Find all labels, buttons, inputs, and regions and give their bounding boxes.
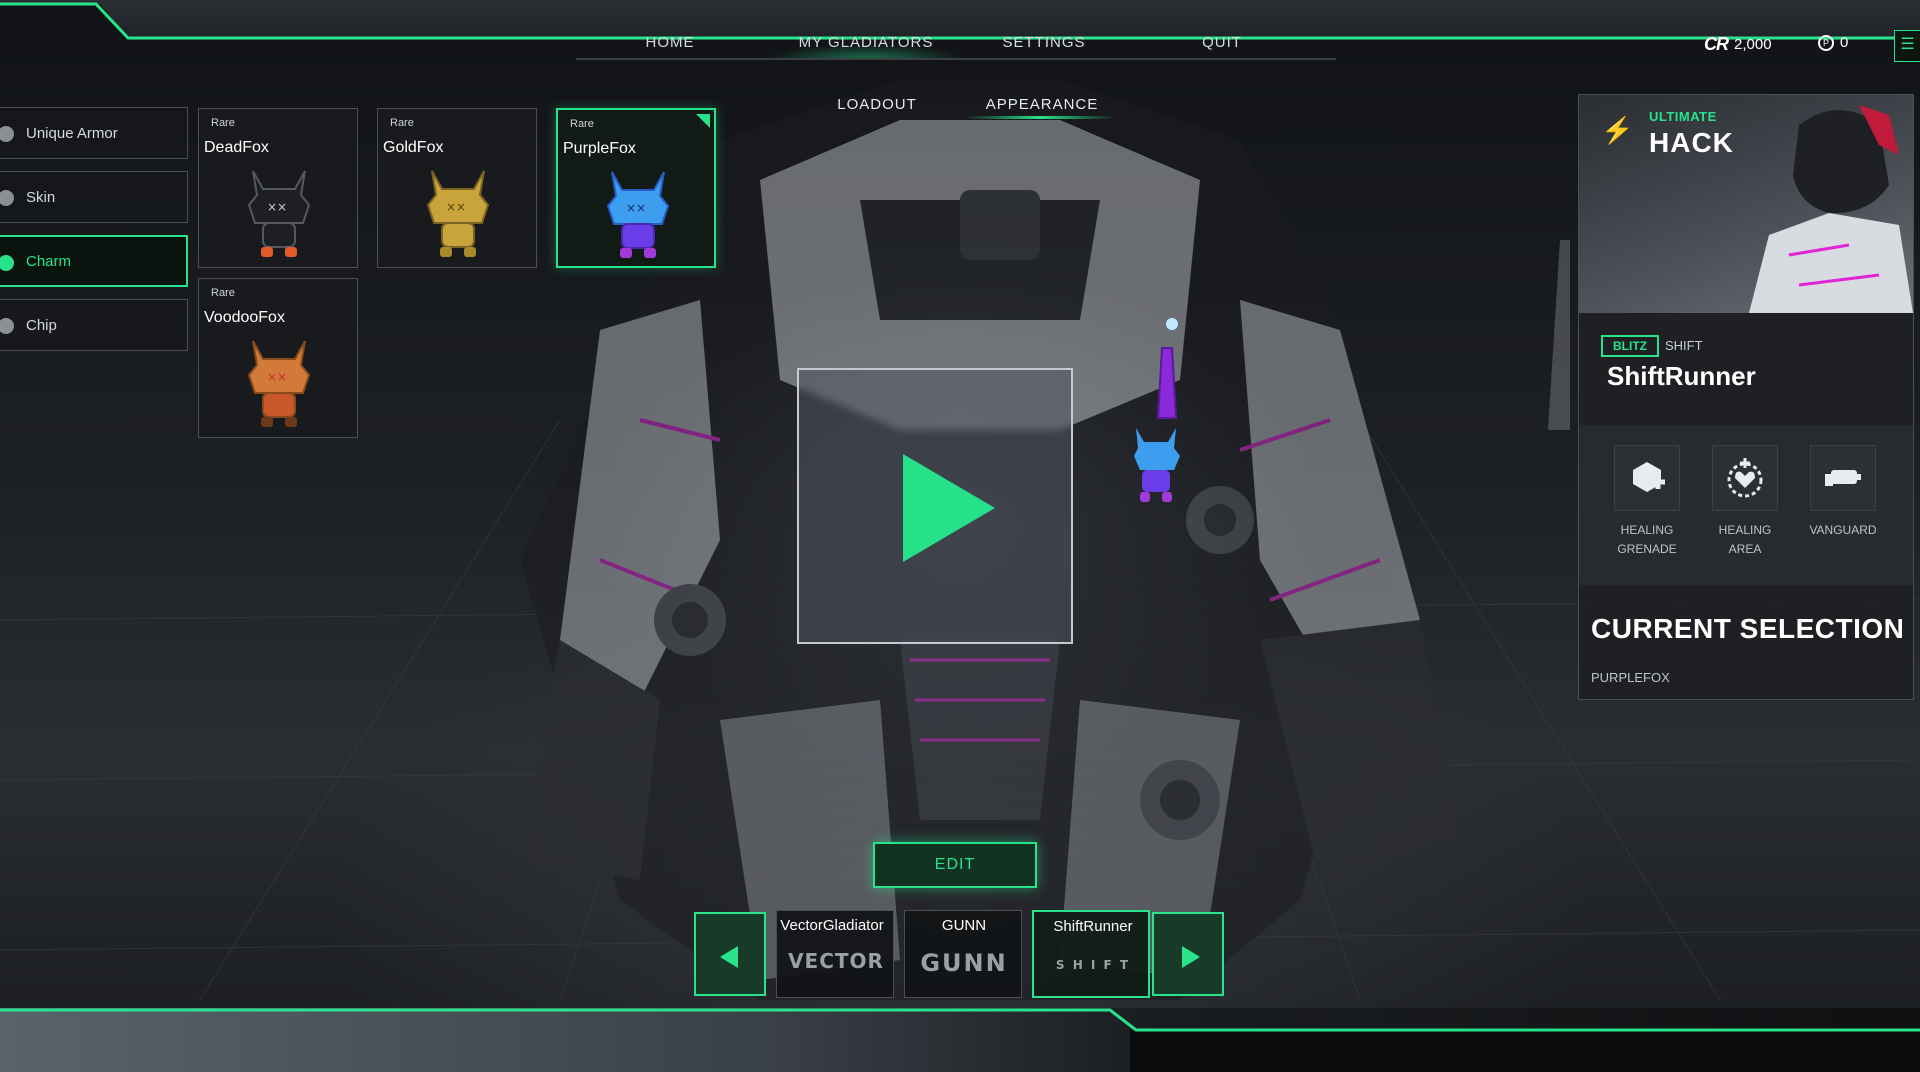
- tab-appearance[interactable]: APPEARANCE: [967, 96, 1117, 113]
- abilities-list: HEALING GRENADE HEALING AREA VANGUARD: [1579, 425, 1913, 585]
- play-icon[interactable]: [903, 454, 995, 562]
- ultimate-header: ⚡ ULTIMATE HACK: [1579, 95, 1913, 313]
- top-navigation: HOME MY GLADIATORS SETTINGS QUIT: [576, 30, 1336, 64]
- category-skin[interactable]: Skin: [0, 171, 188, 223]
- svg-text:××: ××: [626, 201, 646, 215]
- vector-logo-icon: VECTOR: [788, 949, 884, 973]
- tab-appearance-active-indicator: [965, 116, 1115, 119]
- radio-dot-icon: [0, 255, 14, 271]
- gladiator-portrait: [1749, 105, 1913, 313]
- arrow-left-icon: [720, 946, 738, 968]
- ability-healing-grenade[interactable]: HEALING GRENADE: [1607, 445, 1687, 559]
- category-label: Skin: [26, 188, 56, 206]
- item-name: PurpleFox: [563, 140, 636, 157]
- credits-display: CR 2,000: [1704, 34, 1772, 55]
- item-card-deadfox[interactable]: Rare DeadFox ××: [198, 108, 358, 268]
- class-badge: BLITZ: [1601, 335, 1659, 357]
- healing-area-icon: [1712, 445, 1778, 511]
- category-charm[interactable]: Charm: [0, 235, 188, 287]
- arrow-right-icon: [1182, 946, 1200, 968]
- ability-label-line1: HEALING: [1718, 523, 1772, 537]
- hamburger-icon: ☰: [1900, 36, 1915, 53]
- gladiator-card-gunn[interactable]: GUNN GUNN: [904, 910, 1022, 998]
- fox-charm-icon: ××: [426, 170, 490, 257]
- item-card-voodoofox[interactable]: Rare VoodooFox ××: [198, 278, 358, 438]
- gladiator-card-shiftrunner[interactable]: ShiftRunner S H I F T: [1032, 910, 1150, 998]
- bottom-frame-accent-line: [0, 1008, 1920, 1032]
- rarity-label: Rare: [211, 117, 235, 129]
- shift-logo-icon: S H I F T: [1055, 958, 1131, 972]
- ultimate-name: HACK: [1649, 127, 1734, 158]
- category-chip[interactable]: Chip: [0, 299, 188, 351]
- equipped-charm-preview: [1134, 318, 1180, 502]
- topnav-divider: [576, 58, 1336, 60]
- current-selection-title: CURRENT SELECTION: [1591, 613, 1905, 644]
- cr-logo-icon: CR: [1704, 34, 1729, 54]
- item-name: GoldFox: [383, 139, 444, 156]
- current-selection-value: PURPLEFOX: [1591, 670, 1670, 685]
- nav-home[interactable]: HOME: [590, 34, 750, 51]
- hack-ultimate-icon: ⚡: [1601, 115, 1634, 145]
- class-subtype: SHIFT: [1665, 338, 1703, 353]
- rarity-label: Rare: [390, 117, 414, 129]
- credits-value: 2,000: [1734, 36, 1772, 53]
- item-name: DeadFox: [204, 139, 269, 156]
- gladiator-info-panel: ⚡ ULTIMATE HACK BLITZ SHIFT ShiftRunner …: [1578, 94, 1914, 700]
- ability-label-line2: GRENADE: [1617, 542, 1677, 556]
- nav-my-gladiators[interactable]: MY GLADIATORS: [786, 34, 946, 51]
- gladiator-card-vector[interactable]: VectorGladiator VECTOR: [776, 910, 894, 998]
- svg-text:××: ××: [267, 200, 287, 214]
- ability-label-line1: VANGUARD: [1809, 523, 1877, 537]
- gladiator-name: ShiftRunner: [1053, 918, 1133, 935]
- item-card-purplefox[interactable]: Rare PurpleFox ××: [556, 108, 716, 268]
- healing-grenade-icon: [1614, 445, 1680, 511]
- carousel-next-button[interactable]: [1152, 912, 1224, 996]
- ability-label-line2: AREA: [1728, 542, 1762, 556]
- edit-button[interactable]: EDIT: [873, 842, 1037, 888]
- premium-value: 0: [1840, 34, 1849, 51]
- gladiator-name: VectorGladiator: [780, 917, 884, 934]
- category-label: Charm: [26, 252, 72, 270]
- radio-dot-icon: [0, 126, 14, 142]
- svg-text:××: ××: [267, 370, 287, 384]
- radio-dot-icon: [0, 318, 14, 334]
- category-label: Unique Armor: [26, 124, 118, 142]
- selected-corner-icon: [696, 114, 710, 128]
- fox-charm-icon: ××: [606, 171, 670, 258]
- fox-charm-icon: ××: [247, 170, 311, 257]
- category-label: Chip: [26, 316, 57, 334]
- rarity-label: Rare: [570, 118, 594, 130]
- radio-dot-icon: [0, 190, 14, 206]
- gladiator-name-title: ShiftRunner: [1607, 361, 1756, 391]
- carousel-prev-button[interactable]: [694, 912, 766, 996]
- menu-button[interactable]: ☰: [1894, 30, 1920, 62]
- item-card-goldfox[interactable]: Rare GoldFox ××: [377, 108, 537, 268]
- svg-text:××: ××: [446, 200, 466, 214]
- category-unique-armor[interactable]: Unique Armor: [0, 107, 188, 159]
- nav-quit[interactable]: QUIT: [1142, 34, 1302, 51]
- item-name: VoodooFox: [204, 309, 285, 326]
- rarity-label: Rare: [211, 287, 235, 299]
- gladiator-name: GUNN: [941, 917, 987, 934]
- nav-settings[interactable]: SETTINGS: [964, 34, 1124, 51]
- ability-healing-area[interactable]: HEALING AREA: [1705, 445, 1785, 559]
- token-icon: P: [1818, 34, 1834, 51]
- ability-vanguard[interactable]: VANGUARD: [1803, 445, 1883, 540]
- video-preview-player[interactable]: [797, 368, 1073, 644]
- vanguard-icon: [1810, 445, 1876, 511]
- gunn-logo-icon: GUNN: [920, 949, 1008, 977]
- tab-loadout[interactable]: LOADOUT: [802, 96, 952, 113]
- fox-charm-icon: ××: [247, 340, 311, 427]
- ultimate-label: ULTIMATE: [1649, 109, 1717, 124]
- ability-label-line1: HEALING: [1620, 523, 1674, 537]
- premium-display: P 0: [1818, 34, 1848, 51]
